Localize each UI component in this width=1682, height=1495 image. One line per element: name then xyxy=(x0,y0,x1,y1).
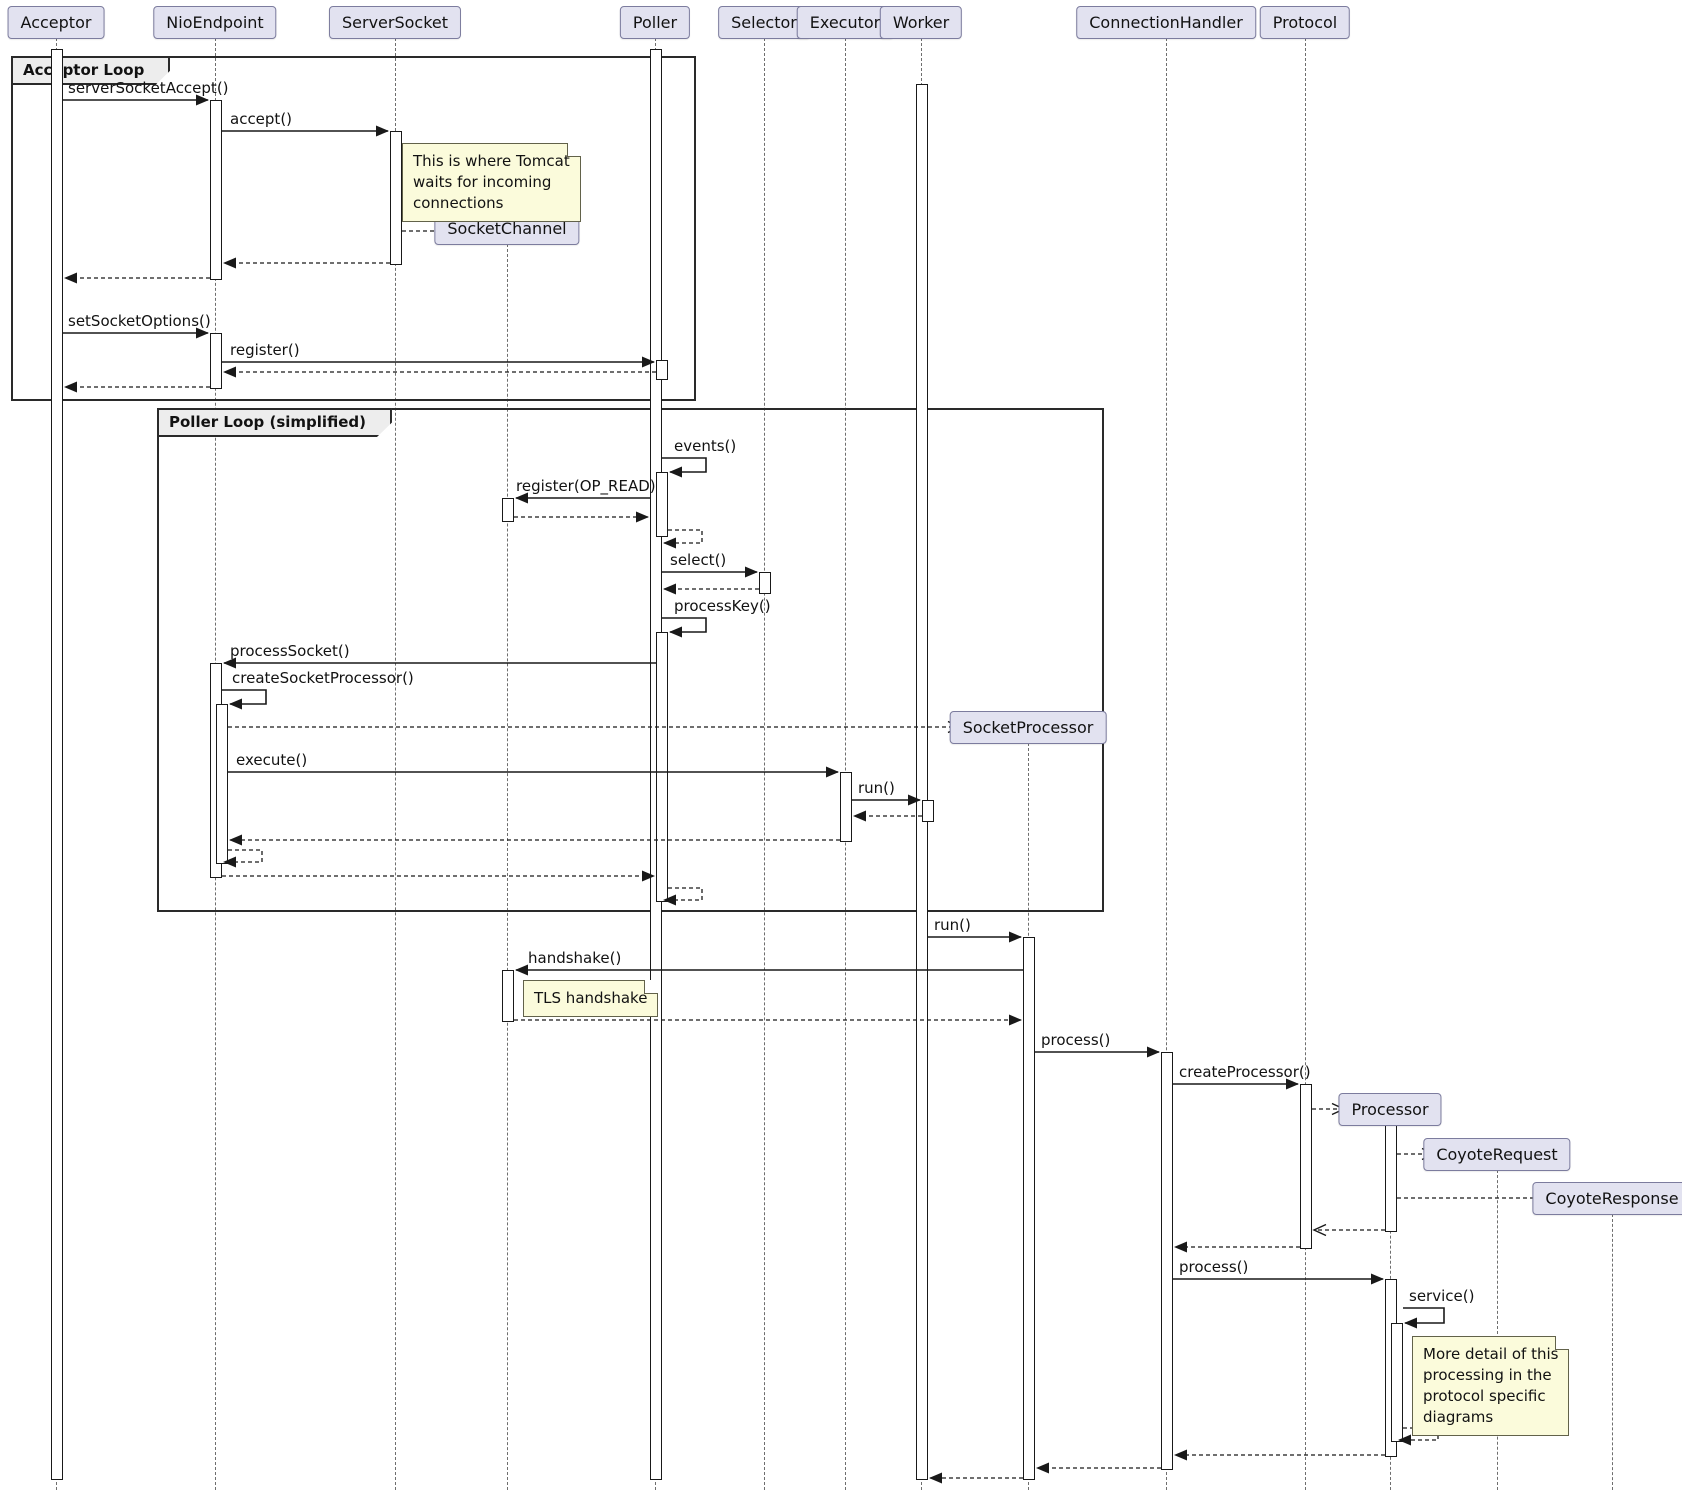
label-run-worker: run() xyxy=(934,917,971,934)
participant-executor: Executor xyxy=(797,6,894,39)
participant-worker: Worker xyxy=(880,6,962,39)
note-tls-handshake: TLS handshake xyxy=(523,980,658,1017)
label-select: select() xyxy=(670,552,726,569)
arrow-processkey-self xyxy=(662,618,706,632)
label-accept: accept() xyxy=(230,111,292,128)
participant-nioendpoint: NioEndpoint xyxy=(153,6,276,39)
arrow-service-self xyxy=(1403,1308,1444,1323)
label-createprocessor: createProcessor() xyxy=(1179,1064,1311,1081)
label-process-ch-proc: process() xyxy=(1179,1259,1248,1276)
label-process-sp-ch: process() xyxy=(1041,1032,1110,1049)
participant-connectionhandler: ConnectionHandler xyxy=(1076,6,1256,39)
participant-coyoterequest: CoyoteRequest xyxy=(1423,1138,1570,1171)
participant-serversocket: ServerSocket xyxy=(329,6,461,39)
label-processkey: processKey() xyxy=(674,598,771,615)
label-events: events() xyxy=(674,438,736,455)
note-line: connections xyxy=(413,193,570,214)
participant-processor: Processor xyxy=(1338,1093,1441,1126)
label-service: service() xyxy=(1409,1288,1474,1305)
label-serversocketaccept: serverSocketAccept() xyxy=(68,80,229,97)
label-createsocketprocessor: createSocketProcessor() xyxy=(232,670,414,687)
message-arrows xyxy=(0,0,1682,1495)
sequence-diagram: Acceptor Loop Poller Loop (simplified) xyxy=(0,0,1682,1495)
label-processsocket: processSocket() xyxy=(230,643,350,660)
participant-protocol: Protocol xyxy=(1260,6,1350,39)
note-tomcat-waits: This is where Tomcat waits for incoming … xyxy=(402,143,581,222)
participant-socketprocessor: SocketProcessor xyxy=(950,711,1107,744)
label-execute: execute() xyxy=(236,752,307,769)
note-line: protocol specific xyxy=(1423,1386,1558,1407)
note-line: processing in the xyxy=(1423,1365,1558,1386)
label-handshake: handshake() xyxy=(528,950,621,967)
arrow-events-self xyxy=(662,458,706,472)
return-poller-self-events xyxy=(664,530,702,543)
participant-acceptor: Acceptor xyxy=(8,6,105,39)
participant-coyoteresponse: CoyoteResponse xyxy=(1532,1182,1682,1215)
label-register-opread: register(OP_READ) xyxy=(516,478,656,495)
return-nioendpoint-self xyxy=(224,850,262,862)
note-line: TLS handshake xyxy=(534,988,647,1009)
note-line: diagrams xyxy=(1423,1407,1558,1428)
label-setsocketoptions: setSocketOptions() xyxy=(68,313,211,330)
arrow-createsocketprocessor-self xyxy=(222,690,266,704)
return-poller-self-processkey xyxy=(664,888,702,900)
note-more-detail: More detail of this processing in the pr… xyxy=(1412,1336,1569,1436)
note-line: More detail of this xyxy=(1423,1344,1558,1365)
participant-poller: Poller xyxy=(620,6,690,39)
note-line: This is where Tomcat xyxy=(413,151,570,172)
label-run-executor: run() xyxy=(858,780,895,797)
note-line: waits for incoming xyxy=(413,172,570,193)
label-register: register() xyxy=(230,342,300,359)
